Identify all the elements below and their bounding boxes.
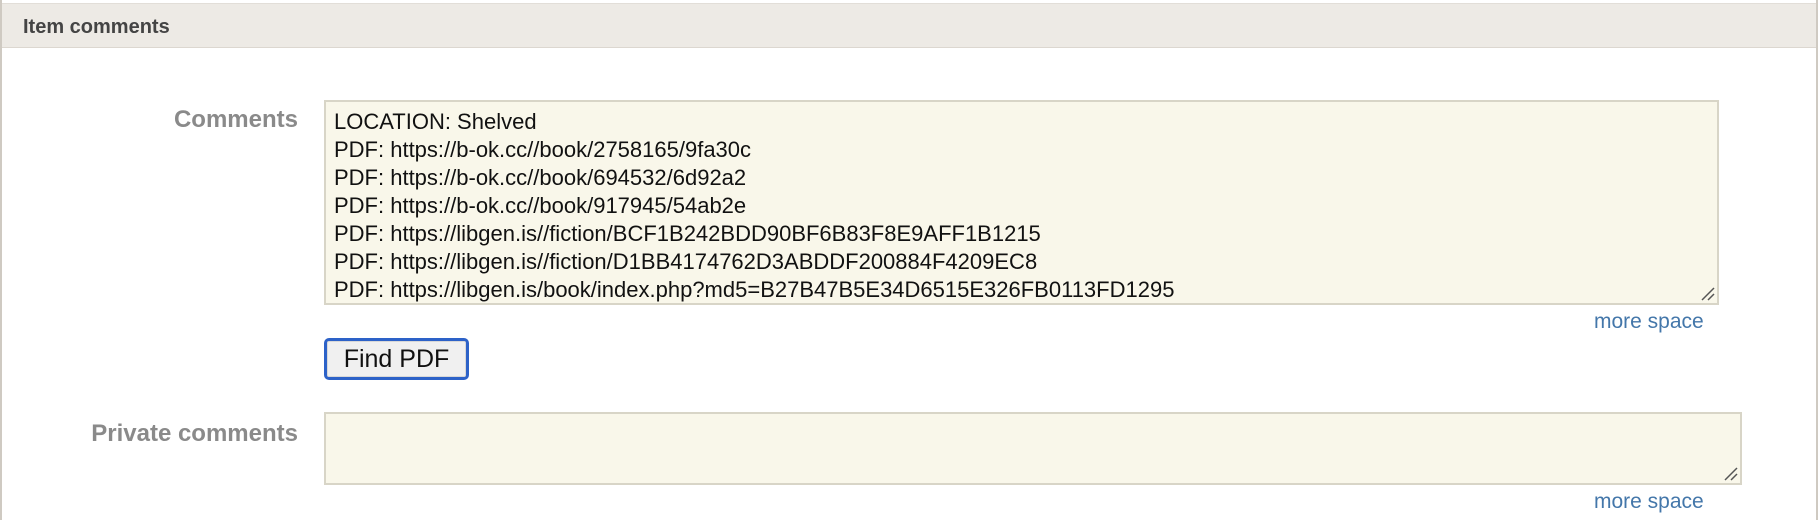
- section-header: Item comments: [2, 3, 1816, 48]
- private-comments-more-space-link[interactable]: more space: [1594, 490, 1704, 514]
- comment-line: LOCATION: Shelved: [334, 109, 537, 134]
- comment-line: PDF: https://b-ok.cc//book/917945/54ab2e: [334, 193, 747, 218]
- resize-grip-icon[interactable]: [1722, 465, 1738, 481]
- private-comments-label: Private comments: [91, 420, 298, 447]
- comments-textarea[interactable]: LOCATION: Shelved PDF: https://b-ok.cc//…: [324, 100, 1719, 305]
- private-comments-textarea[interactable]: [324, 412, 1742, 485]
- comments-more-space-link[interactable]: more space: [1594, 310, 1704, 334]
- find-pdf-button[interactable]: Find PDF: [324, 338, 469, 380]
- comment-line: PDF: https://libgen.is//fiction/D1BB4174…: [334, 249, 1038, 274]
- section-title: Item comments: [23, 16, 170, 38]
- comment-line: PDF: https://b-ok.cc//book/694532/6d92a2: [334, 165, 747, 190]
- comment-line: PDF: https://b-ok.cc//book/2758165/9fa30…: [334, 137, 752, 162]
- resize-grip-icon[interactable]: [1699, 285, 1715, 301]
- item-comments-panel: Item comments Comments LOCATION: Shelved…: [0, 0, 1818, 520]
- comment-line: PDF: https://libgen.is//fiction/BCF1B242…: [334, 221, 1041, 246]
- comment-line: PDF: https://libgen.is/book/index.php?md…: [334, 277, 1175, 302]
- comments-label: Comments: [173, 106, 298, 133]
